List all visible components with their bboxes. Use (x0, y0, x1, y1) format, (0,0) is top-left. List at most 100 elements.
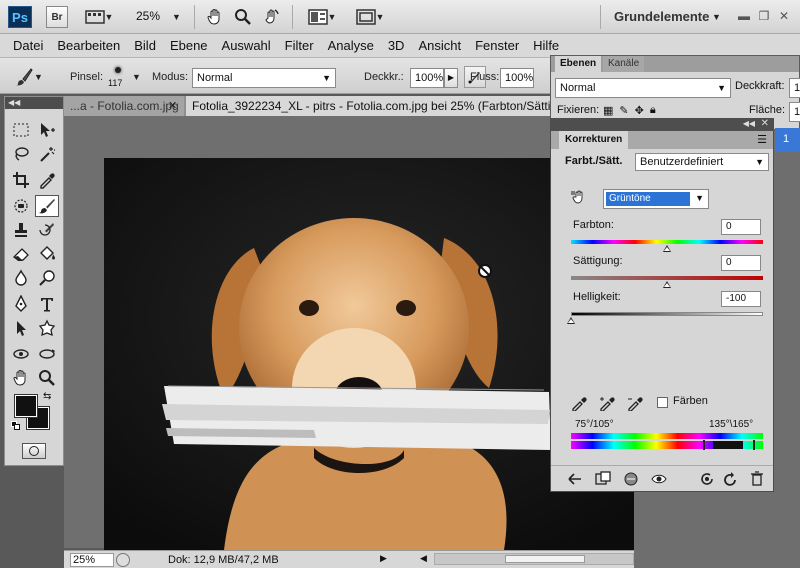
foreground-color-swatch[interactable] (14, 394, 38, 418)
saturation-input[interactable]: 0 (721, 255, 761, 271)
eyedropper-plus-icon[interactable] (599, 395, 615, 411)
trash-icon[interactable] (749, 471, 765, 487)
eyedropper-minus-icon[interactable] (627, 395, 643, 411)
spot-healing-tool[interactable] (9, 195, 33, 217)
magic-wand-tool[interactable] (35, 143, 59, 165)
chevron-down-icon[interactable]: ▼ (712, 12, 721, 22)
zoom-tool[interactable] (35, 367, 59, 389)
lock-all-icon[interactable]: 🔒︎ (650, 104, 656, 117)
tab-korrekturen[interactable]: Korrekturen (559, 131, 629, 149)
clip-to-layer-icon[interactable] (623, 471, 639, 487)
swap-colors-icon[interactable]: ⇆ (43, 391, 51, 402)
menu-analyse[interactable]: Analyse (321, 38, 381, 53)
eraser-tool[interactable] (9, 243, 33, 265)
flow-input[interactable]: 100% (500, 68, 534, 88)
close-icon[interactable]: ✕ (776, 8, 792, 24)
scrollbar-thumb[interactable] (505, 555, 585, 563)
tool-preset-picker[interactable]: ▼ (14, 66, 50, 88)
menu-auswahl[interactable]: Auswahl (215, 38, 278, 53)
menu-ansicht[interactable]: Ansicht (411, 38, 468, 53)
marquee-tool[interactable] (9, 119, 33, 141)
menu-3d[interactable]: 3D (381, 38, 412, 53)
brush-tool[interactable] (35, 195, 59, 217)
minimize-icon[interactable]: ▬ (736, 8, 752, 24)
document-tab-inactive[interactable]: ...a - Fotolia.com.jpg (64, 96, 184, 116)
lightness-slider-track[interactable] (571, 312, 763, 316)
quick-mask-button[interactable] (22, 443, 46, 459)
chevron-down-icon[interactable]: ▼ (172, 12, 181, 22)
type-tool[interactable] (35, 293, 59, 315)
menu-bearbeiten[interactable]: Bearbeiten (50, 38, 127, 53)
targeted-adjustment-button[interactable] (571, 189, 587, 208)
status-info-icon[interactable] (116, 553, 130, 567)
close-tab-icon[interactable]: ✕ (168, 99, 177, 112)
opacity-input[interactable]: 100% (410, 68, 444, 88)
move-tool[interactable] (35, 119, 59, 141)
3d-orbit-tool[interactable] (35, 343, 59, 365)
reset-icon[interactable] (723, 471, 739, 487)
collapse-panel-icon[interactable]: ◀◀ (743, 119, 755, 128)
color-range-bar-bottom[interactable] (571, 440, 763, 450)
opacity-slider-button[interactable]: ▶ (444, 68, 458, 88)
lightness-input[interactable]: -100 (721, 291, 761, 307)
path-selection-tool[interactable] (9, 317, 33, 339)
menu-ebene[interactable]: Ebene (163, 38, 215, 53)
range-handle-icon[interactable] (703, 440, 705, 450)
paint-bucket-tool[interactable] (35, 243, 59, 265)
3d-rotate-tool[interactable] (9, 343, 33, 365)
clone-stamp-tool[interactable] (9, 219, 33, 241)
eyedropper-icon[interactable] (571, 395, 587, 411)
lock-image-pixels-icon[interactable]: ✎ (619, 104, 628, 117)
arrange-documents-button[interactable]: ▼ (302, 6, 342, 28)
lasso-tool[interactable] (9, 143, 33, 165)
dodge-tool[interactable] (35, 267, 59, 289)
layer-row-selected[interactable]: 1 (775, 128, 800, 152)
mini-bridge-button[interactable]: ▼ (82, 6, 116, 28)
fill-input[interactable]: 10 (789, 102, 800, 122)
zoom-tool-button[interactable] (232, 6, 254, 28)
pen-tool[interactable] (9, 293, 33, 315)
saturation-slider-track[interactable] (571, 276, 763, 280)
hue-slider-thumb[interactable] (663, 245, 671, 252)
saturation-slider-thumb[interactable] (663, 281, 671, 288)
crop-tool[interactable] (9, 169, 33, 191)
menu-hilfe[interactable]: Hilfe (526, 38, 566, 53)
mode-select[interactable]: Normal ▼ (192, 68, 336, 88)
restore-icon[interactable]: ❐ (756, 8, 772, 24)
bridge-button[interactable]: Br (46, 6, 68, 28)
tab-channels[interactable]: Kanäle (603, 56, 645, 72)
previous-state-icon[interactable] (699, 471, 715, 487)
status-zoom-input[interactable]: 25% (70, 553, 114, 567)
scroll-left-icon[interactable]: ◀ (420, 553, 427, 564)
layer-opacity-input[interactable]: 10 (789, 78, 800, 98)
menu-fenster[interactable]: Fenster (468, 38, 526, 53)
hand-tool[interactable] (9, 367, 33, 389)
hue-input[interactable]: 0 (721, 219, 761, 235)
menu-bild[interactable]: Bild (127, 38, 163, 53)
custom-shape-tool[interactable] (35, 317, 59, 339)
menu-filter[interactable]: Filter (278, 38, 321, 53)
brush-picker[interactable]: 117 (108, 64, 132, 92)
blend-mode-select[interactable]: Normal ▼ (555, 78, 731, 98)
zoom-level[interactable]: 25% (136, 9, 160, 23)
hue-slider-track[interactable] (571, 240, 763, 244)
screen-mode-button[interactable]: ▼ (350, 6, 390, 28)
horizontal-scrollbar[interactable] (434, 553, 634, 565)
panel-menu-icon[interactable]: ☰ (757, 133, 767, 146)
back-arrow-icon[interactable] (567, 471, 583, 487)
chevron-down-icon[interactable]: ▼ (132, 72, 141, 82)
preset-select[interactable]: Benutzerdefiniert ▼ (635, 153, 769, 171)
colorize-checkbox[interactable] (657, 397, 668, 408)
tab-layers[interactable]: Ebenen (555, 56, 602, 72)
lightness-slider-thumb[interactable] (567, 317, 575, 324)
expand-view-icon[interactable] (595, 471, 611, 487)
eyedropper-tool[interactable] (35, 169, 59, 191)
history-brush-tool[interactable] (35, 219, 59, 241)
default-colors-icon[interactable] (11, 421, 20, 430)
close-panel-icon[interactable]: ✕ (761, 118, 769, 129)
rotate-view-button[interactable] (260, 6, 282, 28)
lock-transparent-pixels-icon[interactable]: ▦ (603, 104, 613, 117)
range-handle-icon[interactable] (753, 440, 755, 450)
visibility-eye-icon[interactable] (651, 471, 667, 487)
document-tab-active[interactable]: Fotolia_3922234_XL - pitrs - Fotolia.com… (186, 96, 554, 116)
